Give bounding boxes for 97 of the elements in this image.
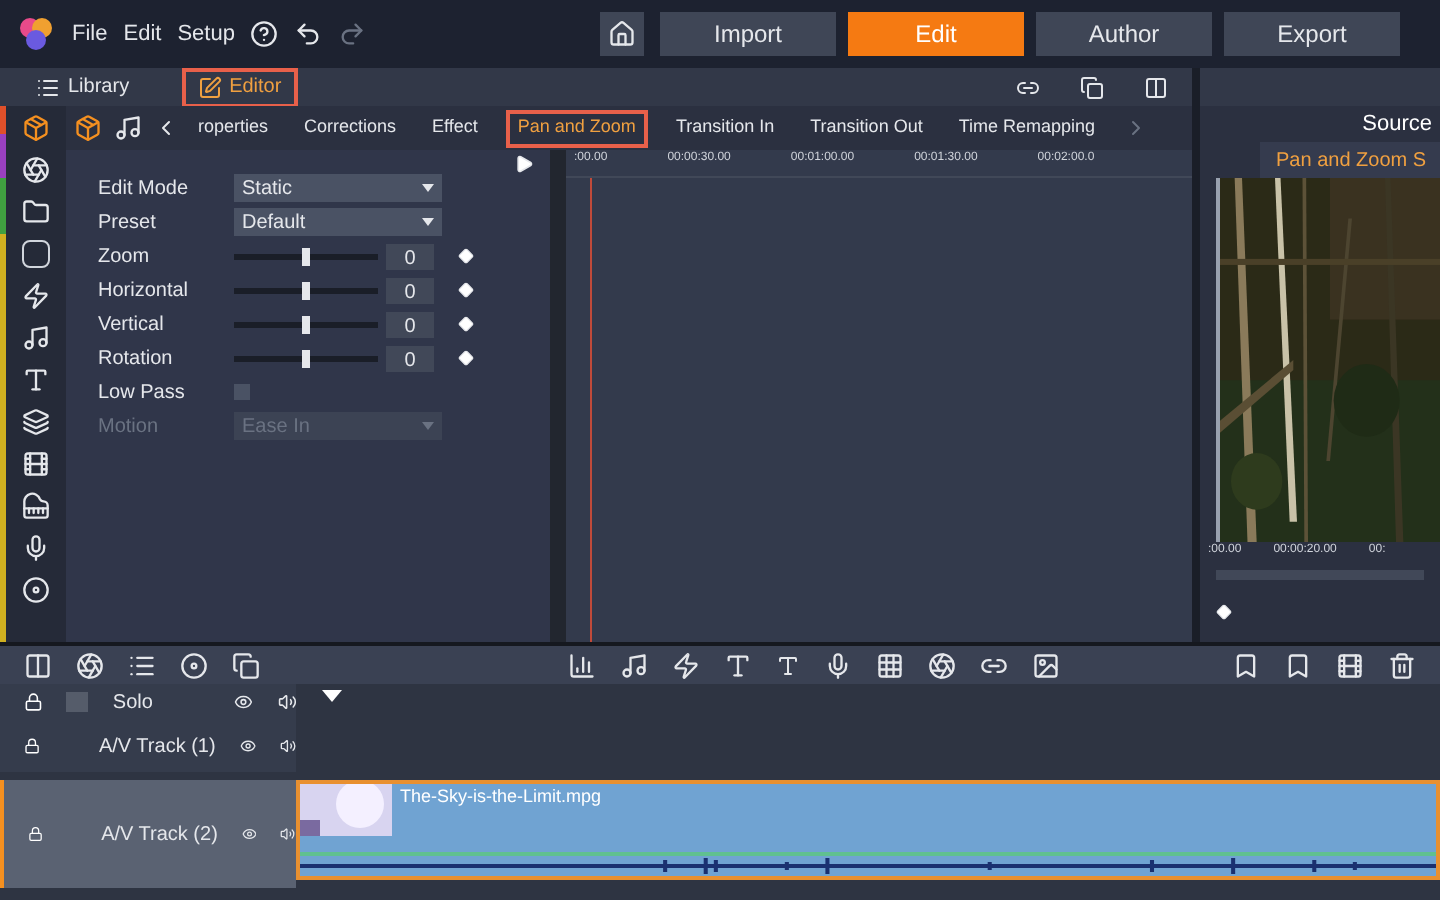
nav-tab[interactable]: Import	[660, 12, 836, 56]
music-icon[interactable]	[114, 114, 142, 142]
trash-icon[interactable]	[1388, 651, 1416, 679]
caret-icon	[422, 422, 434, 430]
text-icon[interactable]	[22, 366, 50, 394]
app-logo-icon	[16, 14, 56, 54]
keyframe-icon[interactable]	[458, 350, 474, 366]
storyboard-icon[interactable]	[24, 651, 52, 679]
slider-thumb[interactable]	[302, 349, 310, 367]
field-label: Low Pass	[98, 379, 187, 407]
value-field[interactable]: 0	[386, 311, 434, 337]
disc-icon[interactable]	[180, 651, 208, 679]
package-icon[interactable]	[74, 114, 102, 142]
clip-name: The-Sky-is-the-Limit.mpg	[400, 784, 602, 810]
text-icon[interactable]	[776, 653, 800, 677]
undo-icon[interactable]	[294, 20, 323, 48]
music-icon[interactable]	[22, 324, 50, 352]
edit-icon	[197, 75, 222, 99]
redo-icon[interactable]	[338, 20, 367, 48]
lightning-icon[interactable]	[672, 651, 700, 679]
panel-tab[interactable]: Library	[24, 67, 142, 107]
track-header[interactable]: A/V Track (2)	[0, 780, 296, 888]
track-name: A/V Track (2)	[101, 821, 218, 849]
field-label: Preset	[98, 209, 158, 237]
checkbox[interactable]	[234, 384, 250, 400]
dropdown[interactable]: Static	[234, 174, 442, 202]
package-icon[interactable]	[22, 114, 50, 142]
preview-tab[interactable]: Source	[1362, 107, 1432, 141]
track-header[interactable]: A/V Track (1)	[0, 720, 296, 772]
eye-icon[interactable]	[234, 690, 254, 714]
disc-icon[interactable]	[22, 576, 50, 604]
field-label: Horizontal	[98, 277, 191, 305]
film-icon[interactable]	[1336, 651, 1364, 679]
value-field[interactable]: 0	[386, 345, 434, 371]
lock-icon[interactable]	[24, 690, 43, 714]
copy-icon[interactable]	[232, 651, 260, 679]
copy-icon[interactable]	[1080, 75, 1104, 99]
nav-tab[interactable]: Author	[1036, 12, 1212, 56]
property-tab[interactable]: roperties	[190, 109, 277, 147]
track-name: Solo	[112, 689, 155, 717]
speaker-icon[interactable]	[279, 734, 296, 758]
lock-icon[interactable]	[24, 734, 41, 758]
home-icon	[608, 20, 636, 48]
playhead-icon[interactable]	[322, 690, 342, 702]
layers-icon[interactable]	[22, 408, 50, 436]
property-tab[interactable]: Time Remapping	[950, 109, 1104, 147]
track-header[interactable]: Solo	[0, 684, 296, 720]
keyframe-icon[interactable]	[458, 316, 474, 332]
aperture-icon[interactable]	[22, 156, 50, 184]
play-icon[interactable]	[514, 154, 534, 174]
slider-thumb[interactable]	[302, 247, 310, 265]
property-tab[interactable]: Transition In	[667, 109, 783, 147]
folder-icon[interactable]	[22, 198, 50, 226]
help-icon[interactable]	[250, 20, 279, 48]
field-label: Vertical	[98, 311, 166, 339]
film-icon[interactable]	[22, 450, 50, 478]
value-field[interactable]: 0	[386, 277, 434, 303]
aperture-icon[interactable]	[928, 651, 956, 679]
keyframe-icon[interactable]	[1216, 603, 1232, 619]
piano-icon[interactable]	[22, 492, 50, 520]
speaker-icon[interactable]	[277, 690, 296, 714]
nav-tab[interactable]: Export	[1224, 12, 1400, 56]
field-label: Edit Mode	[98, 175, 191, 203]
keyframe-icon[interactable]	[458, 248, 474, 264]
caret-icon	[422, 184, 434, 192]
property-tab[interactable]: Pan and Zoom	[505, 109, 648, 147]
menu-item[interactable]: Setup	[177, 17, 235, 51]
slider-thumb[interactable]	[302, 315, 310, 333]
dropdown[interactable]: Default	[234, 208, 442, 236]
property-tab[interactable]: Corrections	[296, 109, 405, 147]
field-label: Motion	[98, 413, 161, 441]
slider-thumb[interactable]	[302, 281, 310, 299]
field-label: Zoom	[98, 243, 152, 271]
caret-icon	[422, 218, 434, 226]
image-icon[interactable]	[1032, 651, 1060, 679]
property-tab[interactable]: Effect	[424, 109, 486, 147]
lock-icon[interactable]	[28, 822, 44, 846]
field-label: Rotation	[98, 345, 175, 373]
menu-item[interactable]: File	[72, 17, 108, 51]
preview-title: Pan and Zoom S	[1276, 147, 1427, 175]
grid-icon[interactable]	[876, 651, 904, 679]
property-tab[interactable]: Transition Out	[802, 109, 931, 147]
layout-icon[interactable]	[1144, 75, 1168, 99]
lightning-icon[interactable]	[22, 282, 50, 310]
bar-chart-icon[interactable]	[568, 651, 596, 679]
bookmark-icon[interactable]	[1284, 651, 1312, 679]
text-icon[interactable]	[724, 651, 752, 679]
music-icon[interactable]	[620, 651, 648, 679]
mic-icon[interactable]	[22, 534, 50, 562]
speaker-icon[interactable]	[280, 822, 296, 846]
value-field[interactable]: 0	[386, 243, 434, 269]
track-name: A/V Track (1)	[98, 733, 216, 761]
mic-icon[interactable]	[824, 651, 852, 679]
bookmark-icon[interactable]	[1232, 651, 1260, 679]
home-button[interactable]	[600, 12, 644, 56]
keyframe-icon[interactable]	[458, 282, 474, 298]
menu-item[interactable]: Edit	[123, 17, 162, 51]
